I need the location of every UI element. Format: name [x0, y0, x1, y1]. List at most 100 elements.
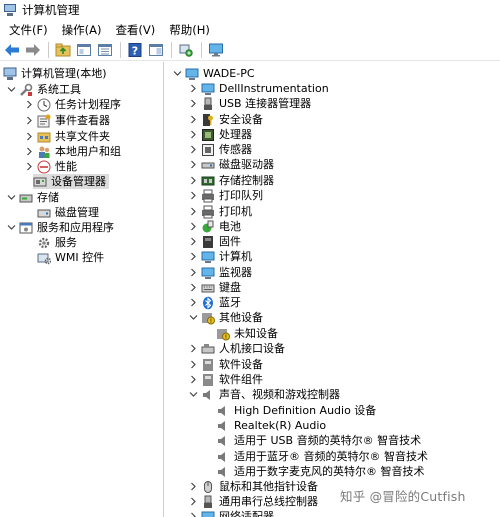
disk-icon — [37, 206, 51, 220]
tree-item-local-users[interactable]: 本地用户和组 — [24, 144, 121, 159]
device-item[interactable]: 适用于数字麦克风的英特尔® 智音技术 — [216, 464, 425, 479]
device-item[interactable]: ! 未知设备 — [216, 326, 278, 341]
menu-file[interactable]: 文件(F) — [2, 22, 55, 38]
storage-controller-icon — [201, 174, 215, 188]
device-category[interactable]: ! 其他设备 — [188, 310, 263, 325]
chevron-right-icon[interactable] — [188, 84, 198, 94]
tree-item-root[interactable]: 计算机管理(本地) — [3, 66, 107, 81]
chevron-down-icon[interactable] — [188, 313, 198, 323]
chevron-right-icon[interactable] — [188, 512, 198, 517]
device-item[interactable]: High Definition Audio 设备 — [216, 403, 376, 418]
menu-action[interactable]: 操作(A) — [55, 22, 109, 38]
device-category[interactable]: 电池 — [188, 219, 241, 234]
device-item[interactable]: Realtek(R) Audio — [216, 418, 326, 433]
chevron-right-icon[interactable] — [24, 132, 34, 142]
chevron-right-icon[interactable] — [188, 145, 198, 155]
tree-item-wmi[interactable]: WMI 控件 — [37, 250, 104, 265]
tree-item-disk-management[interactable]: 磁盘管理 — [37, 205, 99, 220]
chevron-right-icon[interactable] — [188, 298, 198, 308]
up-one-level-button[interactable] — [54, 41, 72, 59]
navigation-tree: 计算机管理(本地) 系统工具 任务计划程序 事件查看器 共享文件夹 本地用户和组 — [0, 62, 164, 517]
tree-item-device-manager[interactable]: 设备管理器 — [33, 174, 109, 189]
chevron-right-icon[interactable] — [188, 252, 198, 262]
device-category[interactable]: USB 连接器管理器 — [188, 96, 311, 111]
help-button[interactable]: ? — [126, 41, 144, 59]
device-tree-root[interactable]: WADE-PC — [172, 66, 255, 81]
device-category[interactable]: 声音、视频和游戏控制器 — [188, 387, 340, 402]
security-key-icon — [201, 113, 215, 127]
tree-label: 存储 — [37, 191, 59, 204]
chevron-down-icon[interactable] — [6, 193, 16, 203]
device-category[interactable]: 软件组件 — [188, 372, 263, 387]
show-hide-tree-button[interactable] — [96, 41, 114, 59]
menu-view[interactable]: 查看(V) — [108, 22, 162, 38]
chevron-right-icon[interactable] — [24, 116, 34, 126]
chevron-right-icon[interactable] — [188, 344, 198, 354]
tree-item-performance[interactable]: 性能 — [24, 159, 77, 174]
tree-item-system-tools[interactable]: 系统工具 — [6, 82, 81, 97]
chevron-right-icon[interactable] — [188, 482, 198, 492]
chevron-right-icon[interactable] — [24, 100, 34, 110]
tree-item-task-scheduler[interactable]: 任务计划程序 — [24, 97, 121, 112]
device-item[interactable]: 适用于 USB 音频的英特尔® 智音技术 — [216, 433, 421, 448]
device-category[interactable]: 监视器 — [188, 265, 252, 280]
menu-help[interactable]: 帮助(H) — [162, 22, 217, 38]
chevron-right-icon[interactable] — [188, 130, 198, 140]
chevron-right-icon[interactable] — [188, 237, 198, 247]
chevron-right-icon[interactable] — [188, 497, 198, 507]
device-category[interactable]: 蓝牙 — [188, 295, 241, 310]
chevron-right-icon[interactable] — [188, 375, 198, 385]
device-category[interactable]: 磁盘驱动器 — [188, 157, 274, 172]
chevron-right-icon[interactable] — [188, 160, 198, 170]
device-category[interactable]: 打印机 — [188, 204, 252, 219]
device-category[interactable]: 人机接口设备 — [188, 341, 285, 356]
chevron-right-icon[interactable] — [24, 162, 34, 172]
tree-item-storage[interactable]: 存储 — [6, 190, 59, 205]
chevron-right-icon[interactable] — [188, 176, 198, 186]
chevron-down-icon[interactable] — [172, 69, 182, 79]
device-category[interactable]: 处理器 — [188, 127, 252, 142]
device-category[interactable]: 鼠标和其他指针设备 — [188, 479, 318, 494]
tree-item-event-viewer[interactable]: 事件查看器 — [24, 113, 110, 128]
chevron-right-icon[interactable] — [188, 360, 198, 370]
device-category[interactable]: DellInstrumentation — [188, 81, 329, 96]
device-category[interactable]: 固件 — [188, 234, 241, 249]
console-view-button[interactable] — [147, 41, 165, 59]
device-category[interactable]: 软件设备 — [188, 357, 263, 372]
tree-item-services[interactable]: 服务 — [37, 235, 77, 250]
device-category[interactable]: 通用串行总线控制器 — [188, 494, 318, 509]
tree-item-services-apps[interactable]: 服务和应用程序 — [6, 220, 114, 235]
device-category[interactable]: 计算机 — [188, 249, 252, 264]
device-category[interactable]: 安全设备 — [188, 112, 263, 127]
chevron-right-icon[interactable] — [188, 191, 198, 201]
device-category-label: 监视器 — [219, 266, 252, 279]
device-category[interactable]: 网络适配器 — [188, 509, 274, 517]
properties-button[interactable] — [75, 41, 93, 59]
device-category[interactable]: 打印队列 — [188, 188, 263, 203]
chevron-down-icon[interactable] — [6, 85, 16, 95]
device-category[interactable]: 存储控制器 — [188, 173, 274, 188]
speaker-icon — [216, 404, 230, 418]
device-monitor-button[interactable] — [207, 41, 225, 59]
forward-button[interactable] — [24, 41, 42, 59]
network-adapter-icon — [201, 510, 215, 517]
chevron-right-icon[interactable] — [24, 147, 34, 157]
chevron-right-icon[interactable] — [188, 99, 198, 109]
usb-controller-icon — [201, 495, 215, 509]
chevron-down-icon[interactable] — [188, 390, 198, 400]
chevron-down-icon[interactable] — [6, 223, 16, 233]
chevron-right-icon[interactable] — [188, 268, 198, 278]
chevron-right-icon[interactable] — [188, 283, 198, 293]
device-category[interactable]: 键盘 — [188, 280, 241, 295]
chevron-right-icon[interactable] — [188, 115, 198, 125]
tree-item-shared-folders[interactable]: 共享文件夹 — [24, 129, 110, 144]
device-item[interactable]: 适用于蓝牙® 音频的英特尔® 智音技术 — [216, 449, 428, 464]
scan-hardware-button[interactable] — [177, 41, 195, 59]
chevron-right-icon[interactable] — [188, 222, 198, 232]
device-category-label: 安全设备 — [219, 113, 263, 126]
chevron-right-icon[interactable] — [188, 207, 198, 217]
show-hide-tree-icon — [98, 43, 112, 56]
device-category[interactable]: 传感器 — [188, 142, 252, 157]
tree-label: 系统工具 — [37, 83, 81, 96]
back-button[interactable] — [3, 41, 21, 59]
